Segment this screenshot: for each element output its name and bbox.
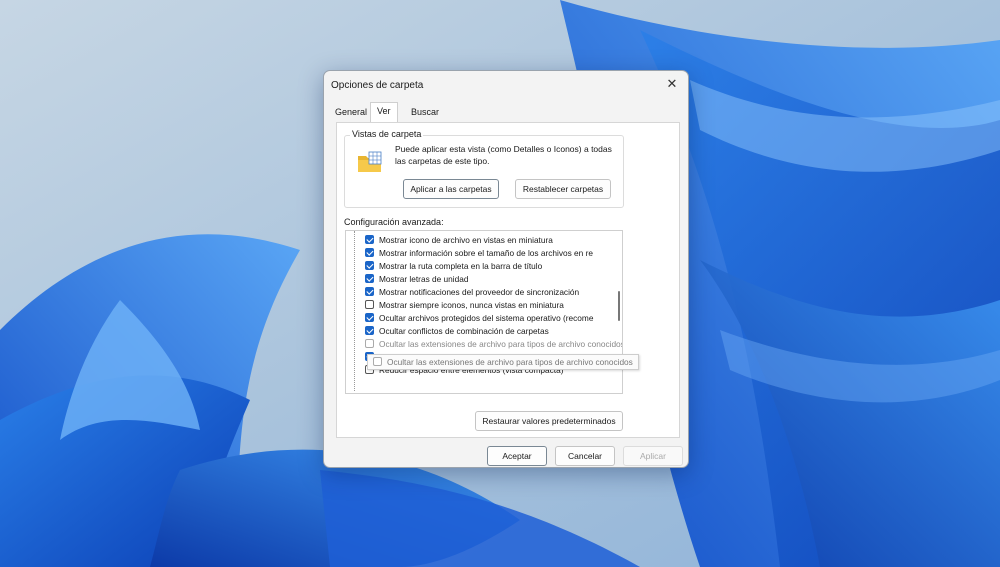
tab-buscar[interactable]: Buscar [411,107,439,117]
cancel-button[interactable]: Cancelar [555,446,615,466]
folder-views-description: Puede aplicar esta vista (como Detalles … [395,144,612,166]
tab-panel-ver: Vistas de carpeta Puede aplicar esta vis… [336,122,680,438]
folder-grid-icon [358,151,382,172]
tree-connector [354,231,355,391]
checkbox[interactable] [365,300,374,310]
checkbox[interactable] [365,326,374,336]
list-item[interactable]: Mostrar siempre iconos, nunca vistas en … [365,299,564,312]
list-item-label: Mostrar icono de archivo en vistas en mi… [379,235,553,245]
checkbox[interactable] [365,313,374,323]
checkbox[interactable] [365,274,374,284]
dialog-title: Opciones de carpeta [331,80,424,91]
list-item-label: Mostrar siempre iconos, nunca vistas en … [379,300,564,310]
checkbox[interactable] [365,235,374,245]
restore-defaults-button[interactable]: Restaurar valores predeterminados [475,411,623,431]
tooltip: Ocultar las extensiones de archivo para … [367,354,639,370]
checkbox[interactable] [365,339,374,349]
checkbox[interactable] [365,287,374,297]
folder-views-label: Vistas de carpeta [350,129,424,139]
list-item-label: Mostrar información sobre el tamaño de l… [379,248,593,258]
list-item[interactable]: Mostrar información sobre el tamaño de l… [365,247,593,260]
checkbox[interactable] [365,248,374,258]
list-item-label: Ocultar las extensiones de archivo para … [379,339,623,349]
advanced-settings-label: Configuración avanzada: [344,217,444,227]
tab-ver[interactable]: Ver [370,102,398,123]
list-item-label: Ocultar archivos protegidos del sistema … [379,313,594,323]
apply-to-folders-button[interactable]: Aplicar a las carpetas [403,179,499,199]
list-item[interactable]: Ocultar conflictos de combinación de car… [365,325,549,338]
tab-general[interactable]: General [335,107,367,117]
list-item[interactable]: Mostrar icono de archivo en vistas en mi… [365,234,553,247]
tooltip-checkbox [373,357,382,367]
reset-folders-button[interactable]: Restablecer carpetas [515,179,611,199]
close-icon[interactable]: ✕ [662,75,682,93]
folder-views-group: Vistas de carpeta Puede aplicar esta vis… [344,129,624,208]
list-item-label: Mostrar notificaciones del proveedor de … [379,287,580,297]
list-item[interactable]: Ocultar archivos protegidos del sistema … [365,312,593,325]
tooltip-text: Ocultar las extensiones de archivo para … [387,357,633,367]
list-item-label: Mostrar letras de unidad [379,274,469,284]
title-bar[interactable]: Opciones de carpeta ✕ [324,71,688,99]
apply-button[interactable]: Aplicar [623,446,683,466]
folder-options-dialog: Opciones de carpeta ✕ General Ver Buscar… [323,70,689,468]
list-item-label: Mostrar la ruta completa en la barra de … [379,261,543,271]
list-item-label: Ocultar conflictos de combinación de car… [379,326,549,336]
checkbox[interactable] [365,261,374,271]
list-item[interactable]: Mostrar letras de unidad [365,273,468,286]
ok-button[interactable]: Aceptar [487,446,547,466]
scrollbar-thumb[interactable] [618,291,620,321]
list-item[interactable]: Mostrar notificaciones del proveedor de … [365,286,579,299]
list-item[interactable]: Mostrar la ruta completa en la barra de … [365,260,542,273]
list-item[interactable]: Ocultar las extensiones de archivo para … [365,338,623,351]
